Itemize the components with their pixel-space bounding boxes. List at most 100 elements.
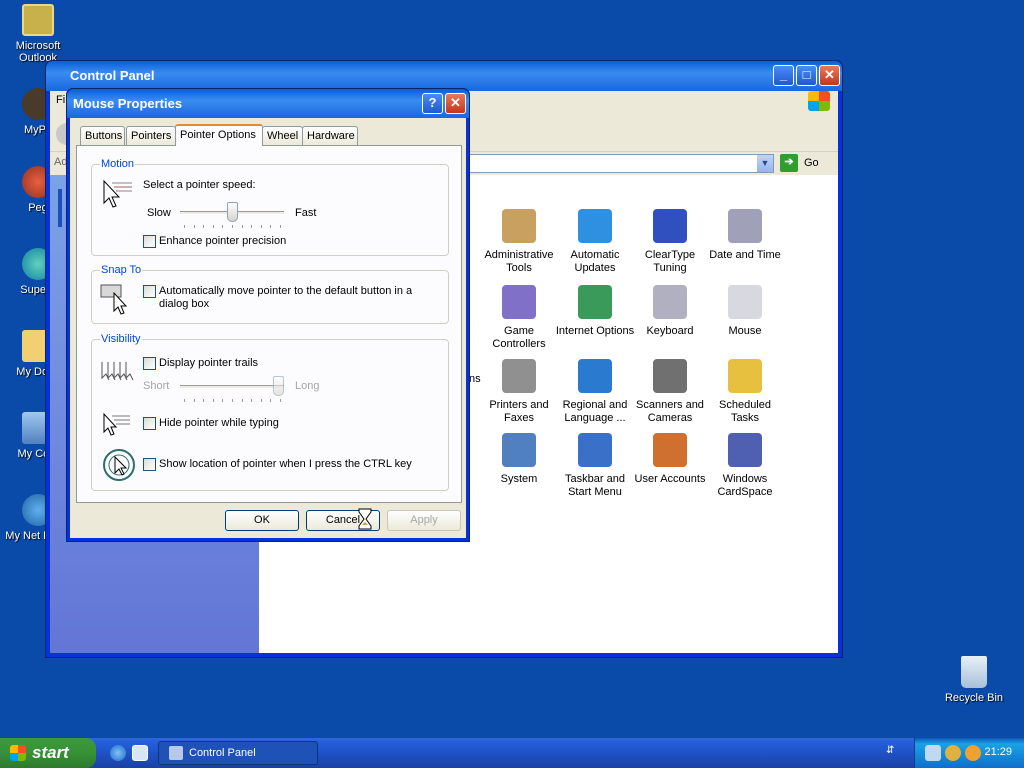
cp-item-game-controllers[interactable]: Game Controllers xyxy=(479,285,559,351)
cp-item-cleartype-tuning[interactable]: ClearType Tuning xyxy=(630,209,710,275)
outlook-icon xyxy=(22,4,54,36)
cp-item-mouse[interactable]: Mouse xyxy=(705,285,785,338)
slider-ticks xyxy=(184,225,281,229)
administrative-tools-icon xyxy=(502,209,536,243)
hourglass-cursor-icon xyxy=(358,508,372,530)
cp-item-internet-options[interactable]: Internet Options xyxy=(555,285,635,338)
cp-item-label: Taskbar and Start Menu xyxy=(565,473,625,498)
group-label: Snap To xyxy=(100,264,143,276)
snap-to-icon xyxy=(100,284,128,315)
automatic-updates-icon xyxy=(578,209,612,243)
cp-item-label: Printers and Faxes xyxy=(489,399,549,424)
show-desktop-icon[interactable] xyxy=(132,745,148,761)
short-label: Short xyxy=(143,380,170,392)
cp-item-scanners-cameras[interactable]: Scanners and Cameras xyxy=(630,359,710,425)
go-label: Go xyxy=(804,157,819,169)
control-panel-titlebar[interactable]: Control Panel _ □ ✕ xyxy=(46,61,842,91)
cp-item-regional-language[interactable]: Regional and Language ... xyxy=(555,359,635,425)
slider-tick xyxy=(212,225,214,228)
windows-flag-icon xyxy=(10,745,26,761)
slider-tick xyxy=(280,399,281,402)
enhance-precision-label: Enhance pointer precision xyxy=(159,235,287,247)
pointer-speed-slider-thumb[interactable] xyxy=(226,202,238,222)
snap-to-group: Snap To Automatically move pointer to th… xyxy=(91,264,449,324)
slow-label: Slow xyxy=(147,207,171,219)
trail-length-slider-thumb[interactable] xyxy=(273,376,284,396)
start-button[interactable]: start xyxy=(0,738,96,768)
windows-logo-icon xyxy=(808,91,830,111)
speed-label: Select a pointer speed: xyxy=(143,179,256,191)
show-location-checkbox[interactable] xyxy=(143,458,156,471)
cp-item-label: Scanners and Cameras xyxy=(636,399,704,424)
visibility-group: Visibility Display pointer trails Short … xyxy=(91,333,449,491)
cp-item-keyboard[interactable]: Keyboard xyxy=(630,285,710,338)
slider-tick xyxy=(184,225,185,228)
tab-pointer-options[interactable]: Pointer Options xyxy=(175,124,263,146)
close-button[interactable]: ✕ xyxy=(819,65,840,86)
taskbar-item-control-panel[interactable]: Control Panel xyxy=(158,741,318,765)
security-icon[interactable] xyxy=(945,745,961,761)
slider-tick xyxy=(232,399,233,402)
system-icon xyxy=(502,433,536,467)
cp-item-label: Keyboard xyxy=(646,325,694,337)
desktop-icon-recycle-bin[interactable]: Recycle Bin xyxy=(936,656,1012,704)
tab-hardware[interactable]: Hardware xyxy=(302,126,358,145)
menu-file[interactable]: Fi xyxy=(56,94,65,106)
recycle-bin-icon xyxy=(961,656,987,688)
cp-item-printers-and-faxes[interactable]: Printers and Faxes xyxy=(479,359,559,425)
slider-tick xyxy=(270,225,272,228)
start-label: start xyxy=(32,743,69,762)
ok-button[interactable]: OK xyxy=(225,510,299,531)
cp-item-label: Game Controllers xyxy=(492,325,546,350)
trail-length-slider-track[interactable] xyxy=(180,385,284,389)
dialog-titlebar[interactable]: Mouse Properties ? ✕ xyxy=(67,89,469,118)
slider-ticks xyxy=(184,399,281,403)
regional-language-icon xyxy=(578,359,612,393)
show-location-label: Show location of pointer when I press th… xyxy=(159,458,412,470)
cp-item-administrative-tools[interactable]: Administrative Tools xyxy=(479,209,559,275)
apply-button[interactable]: Apply xyxy=(387,510,461,531)
scanners-cameras-icon xyxy=(653,359,687,393)
minimize-button[interactable]: _ xyxy=(773,65,794,86)
cp-item-label: ClearType Tuning xyxy=(644,249,696,274)
hide-pointer-checkbox[interactable] xyxy=(143,417,156,430)
cp-item-windows-cardspace[interactable]: Windows CardSpace xyxy=(705,433,785,499)
cp-item-system[interactable]: System xyxy=(479,433,559,486)
maximize-button[interactable]: □ xyxy=(796,65,817,86)
slider-tick xyxy=(203,225,205,228)
cp-item-label: Date and Time xyxy=(709,249,781,261)
cp-item-scheduled-tasks[interactable]: Scheduled Tasks xyxy=(705,359,785,425)
search-icon[interactable] xyxy=(965,745,981,761)
tab-pointers[interactable]: Pointers xyxy=(126,126,176,145)
fast-label: Fast xyxy=(295,207,317,219)
desktop-icon-outlook[interactable]: Microsoft Outlook xyxy=(0,4,76,64)
slider-tick xyxy=(222,399,224,402)
cp-item-automatic-updates[interactable]: Automatic Updates xyxy=(555,209,635,275)
go-button[interactable]: ➔ Go xyxy=(780,154,828,173)
enhance-precision-checkbox[interactable] xyxy=(143,235,156,248)
slider-tick xyxy=(184,399,185,402)
close-button[interactable]: ✕ xyxy=(445,93,466,114)
dialog-body: Buttons Pointers Pointer Options Wheel H… xyxy=(70,118,466,538)
snap-to-label-line2: dialog box xyxy=(159,298,210,310)
internet-options-icon xyxy=(578,285,612,319)
keyboard-icon xyxy=(653,285,687,319)
internet-explorer-icon[interactable] xyxy=(110,745,126,761)
snap-to-checkbox[interactable] xyxy=(143,285,156,298)
mouse-icon xyxy=(728,285,762,319)
cp-item-date-and-time[interactable]: Date and Time xyxy=(705,209,785,262)
network-icon[interactable] xyxy=(925,745,941,761)
cp-item-taskbar-start-menu[interactable]: Taskbar and Start Menu xyxy=(555,433,635,499)
pointer-trails-label: Display pointer trails xyxy=(159,357,259,369)
cleartype-tuning-icon xyxy=(653,209,687,243)
taskbar-item-label: Control Panel xyxy=(189,747,256,759)
expand-tray-icon[interactable]: ⇵ xyxy=(886,745,894,756)
tab-buttons[interactable]: Buttons xyxy=(80,126,125,145)
cp-item-user-accounts[interactable]: User Accounts xyxy=(630,433,710,486)
pointer-trails-checkbox[interactable] xyxy=(143,357,156,370)
help-button[interactable]: ? xyxy=(422,93,443,114)
tab-wheel[interactable]: Wheel xyxy=(262,126,303,145)
dialog-title: Mouse Properties xyxy=(73,96,183,111)
chevron-down-icon[interactable]: ▼ xyxy=(757,155,773,172)
pointer-options-panel: Motion Select a pointer speed: Slow Fast… xyxy=(76,145,462,503)
